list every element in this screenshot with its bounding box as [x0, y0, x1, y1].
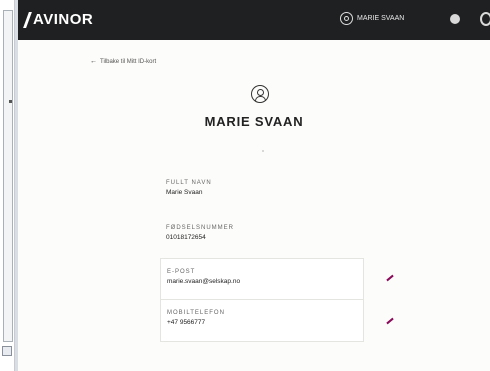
- edit-mobile-icon[interactable]: [386, 317, 394, 325]
- scroll-track[interactable]: [3, 10, 13, 342]
- brand-name: AVINOR: [33, 11, 94, 28]
- profile-content: ← Tilbake til Mitt ID-kort MARIE SVAAN F…: [18, 40, 490, 371]
- avinor-logo[interactable]: AVINOR: [23, 11, 94, 28]
- menu-circle-icon[interactable]: [480, 12, 490, 26]
- national-id-label: FØDSELSNUMMER: [166, 225, 235, 231]
- status-circle-icon[interactable]: [450, 14, 460, 24]
- back-link-label: Tilbake til Mitt ID-kort: [100, 58, 157, 65]
- edit-email-icon[interactable]: [386, 274, 394, 282]
- email-field: E-POST marie.svaan@selskap.no: [160, 258, 364, 300]
- scroll-marker: [9, 100, 12, 103]
- divider-dot: [262, 150, 264, 152]
- user-menu[interactable]: MARIE SVAAN: [340, 12, 404, 25]
- email-value: marie.svaan@selskap.no: [167, 278, 241, 285]
- scroll-box[interactable]: [2, 346, 12, 356]
- user-name: MARIE SVAAN: [357, 15, 405, 22]
- mobile-value: +47 9566777: [167, 319, 206, 326]
- mobile-field: MOBILTELEFON +47 9566777: [160, 300, 364, 342]
- full-name-label: FULLT NAVN: [166, 180, 212, 186]
- user-icon: [340, 12, 353, 25]
- national-id-field: FØDSELSNUMMER 01018172654: [166, 225, 234, 241]
- full-name-value: Marie Svaan: [166, 189, 203, 196]
- logo-slash-icon: [23, 11, 32, 28]
- left-scroll-strip: [0, 0, 15, 371]
- national-id-value: 01018172654: [166, 234, 206, 241]
- user-avatar-icon: [251, 85, 269, 103]
- top-navigation-bar: AVINOR MARIE SVAAN: [18, 0, 490, 40]
- mobile-label: MOBILTELEFON: [167, 310, 225, 316]
- back-link[interactable]: ← Tilbake til Mitt ID-kort: [90, 58, 156, 65]
- profile-name: MARIE SVAAN: [204, 114, 304, 129]
- full-name-field: FULLT NAVN Marie Svaan: [166, 180, 212, 196]
- email-label: E-POST: [167, 269, 196, 275]
- app-window: AVINOR MARIE SVAAN ← Tilbake til Mitt ID…: [18, 0, 490, 371]
- arrow-left-icon: ←: [90, 58, 97, 65]
